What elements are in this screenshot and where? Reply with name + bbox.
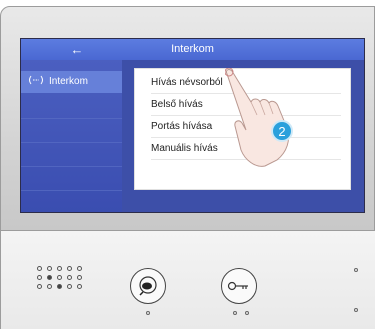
intercom-icon (23, 71, 49, 93)
key-icon (227, 281, 248, 291)
sidebar: Interkom (21, 60, 122, 212)
speaker-hole (37, 284, 42, 289)
speaker-hole (57, 275, 62, 280)
status-led (146, 311, 150, 315)
pointing-hand-icon (225, 68, 290, 167)
talk-button[interactable] (130, 268, 166, 304)
speaker-hole (37, 275, 42, 280)
speaker-hole (67, 275, 72, 280)
indicator-led (354, 308, 358, 312)
sidebar-divider (21, 118, 122, 119)
speaker-hole (57, 284, 62, 289)
speaker-hole (67, 266, 72, 271)
screen-title: Interkom (171, 43, 214, 55)
device-bezel-bottom (0, 231, 375, 329)
speaker-hole (67, 284, 72, 289)
speaker-hole (77, 284, 82, 289)
device-screen: ← Interkom Interkom Hívás névsorból Bels… (20, 38, 365, 213)
indicator-led (354, 268, 358, 272)
sidebar-item-label: Interkom (49, 76, 88, 87)
speaker-hole (77, 275, 82, 280)
sidebar-divider (21, 190, 122, 191)
speaker-hole (57, 266, 62, 271)
sidebar-divider (21, 142, 122, 143)
speaker-hole (47, 284, 52, 289)
speaker-hole (47, 266, 52, 271)
status-led (233, 311, 237, 315)
sidebar-divider (21, 166, 122, 167)
talk-handset-icon (139, 276, 157, 296)
speaker-hole (37, 266, 42, 271)
speaker-hole (47, 275, 52, 280)
status-led (245, 311, 249, 315)
title-bar: ← Interkom (21, 39, 364, 60)
sidebar-item-interkom[interactable]: Interkom (21, 71, 122, 93)
unlock-button[interactable] (221, 268, 257, 304)
speaker-hole (77, 266, 82, 271)
step-number-badge: 2 (271, 120, 293, 142)
